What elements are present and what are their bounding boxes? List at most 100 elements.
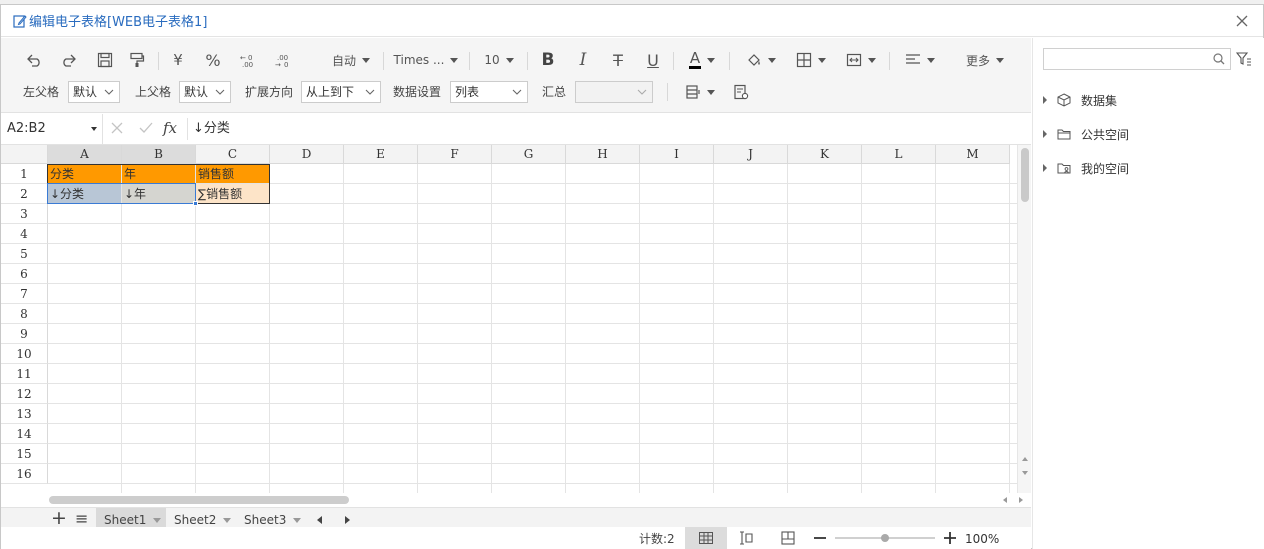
column-header[interactable]: G — [492, 145, 566, 164]
cell-b2[interactable]: ↓年 — [122, 184, 195, 203]
filter-icon[interactable] — [1235, 52, 1252, 69]
row-header[interactable]: 12 — [1, 384, 48, 404]
merge-cells-dropdown[interactable] — [842, 46, 880, 74]
column-header[interactable]: E — [344, 145, 418, 164]
font-color-dropdown[interactable]: A — [682, 46, 722, 74]
row-header[interactable]: 15 — [1, 444, 48, 464]
row-header[interactable]: 11 — [1, 364, 48, 384]
column-header[interactable]: F — [418, 145, 492, 164]
number-format-dropdown[interactable]: 自动 — [323, 46, 379, 74]
column-header[interactable]: I — [640, 145, 714, 164]
expand-arrow-icon[interactable] — [1043, 96, 1047, 104]
select-all-corner[interactable] — [1, 145, 48, 164]
font-size-dropdown[interactable]: 10 — [478, 46, 520, 74]
zoom-slider[interactable] — [835, 534, 935, 542]
vertical-scrollbar[interactable] — [1017, 145, 1031, 493]
expand-direction-select[interactable]: 从上到下 — [301, 81, 381, 103]
spreadsheet-grid[interactable]: A B C D E F G H I J K L M 1 2 3 4 5 6 7 8 9 10 11 12 13 14 15 16 分类年销… — [1, 145, 1031, 493]
row-header[interactable]: 13 — [1, 404, 48, 424]
cell-a1[interactable]: 分类 — [48, 164, 121, 183]
chevron-down-icon — [707, 57, 716, 63]
align-dropdown[interactable] — [901, 46, 939, 74]
column-header[interactable]: J — [714, 145, 788, 164]
close-icon[interactable] — [1233, 12, 1251, 30]
name-box[interactable]: A2:B2 — [1, 114, 103, 144]
zoom-slider-knob[interactable] — [881, 534, 889, 542]
insert-function-button[interactable]: fx — [163, 119, 177, 137]
next-sheet-icon[interactable] — [344, 516, 350, 524]
cell-c2[interactable]: ∑销售额 — [196, 184, 269, 203]
normal-view-icon[interactable] — [685, 527, 727, 549]
column-header[interactable]: A — [48, 145, 122, 164]
currency-format-button[interactable]: ¥ — [167, 46, 189, 74]
font-family-dropdown[interactable]: Times ... — [391, 46, 461, 74]
cell-c1[interactable]: 销售额 — [196, 164, 269, 183]
row-header[interactable]: 4 — [1, 224, 48, 244]
expand-arrow-icon[interactable] — [1043, 130, 1047, 138]
confirm-edit-icon[interactable] — [139, 122, 153, 137]
horizontal-scroll-thumb[interactable] — [49, 496, 349, 504]
fill-handle[interactable] — [193, 201, 198, 206]
scroll-down-icon[interactable] — [1021, 469, 1029, 477]
search-icon[interactable] — [1213, 53, 1225, 65]
expand-arrow-icon[interactable] — [1043, 164, 1047, 172]
column-header[interactable]: H — [566, 145, 640, 164]
row-header[interactable]: 9 — [1, 324, 48, 344]
column-header[interactable]: B — [122, 145, 196, 164]
underline-button[interactable]: U — [642, 46, 664, 74]
row-header[interactable]: 14 — [1, 424, 48, 444]
column-header[interactable]: D — [270, 145, 344, 164]
tree-item-my-space[interactable]: 我的空间 — [1043, 158, 1129, 178]
row-header[interactable]: 8 — [1, 304, 48, 324]
data-setting-select[interactable]: 列表 — [450, 81, 528, 103]
format-painter-icon[interactable] — [126, 46, 148, 74]
save-icon[interactable] — [94, 46, 116, 74]
vertical-scroll-thumb[interactable] — [1021, 148, 1029, 202]
summary-select[interactable] — [575, 81, 653, 103]
row-header[interactable]: 5 — [1, 244, 48, 264]
tree-item-dataset[interactable]: 数据集 — [1043, 90, 1117, 110]
horizontal-scrollbar[interactable] — [1, 493, 1031, 507]
zoom-out-icon[interactable] — [813, 531, 827, 548]
scroll-left-icon[interactable] — [1001, 496, 1009, 504]
column-header[interactable]: M — [936, 145, 1010, 164]
bold-button[interactable]: B — [537, 46, 559, 74]
column-header[interactable]: C — [196, 145, 270, 164]
tree-item-public-space[interactable]: 公共空间 — [1043, 124, 1129, 144]
increase-decimal-icon[interactable]: ← 0.00 — [238, 46, 260, 74]
strikethrough-button[interactable]: T — [607, 46, 629, 74]
border-dropdown[interactable] — [792, 46, 830, 74]
scroll-up-icon[interactable] — [1021, 455, 1029, 463]
redo-icon[interactable] — [58, 46, 80, 74]
prev-sheet-icon[interactable] — [317, 516, 323, 524]
undo-icon[interactable] — [23, 46, 45, 74]
row-header[interactable]: 6 — [1, 264, 48, 284]
column-header[interactable]: L — [862, 145, 936, 164]
formula-input[interactable]: ↓分类 — [193, 114, 230, 144]
row-header[interactable]: 2 — [1, 184, 48, 204]
row-header[interactable]: 10 — [1, 344, 48, 364]
insert-row-dropdown[interactable] — [681, 79, 719, 105]
top-parent-select[interactable]: 默认 — [179, 81, 231, 103]
percent-format-button[interactable]: % — [202, 46, 224, 74]
svg-text:.00: .00 — [242, 61, 253, 68]
more-dropdown[interactable]: 更多 — [963, 46, 1007, 74]
page-break-view-icon[interactable] — [781, 531, 795, 548]
italic-button[interactable]: I — [572, 46, 594, 74]
fill-color-dropdown[interactable] — [742, 46, 780, 74]
row-header[interactable]: 7 — [1, 284, 48, 304]
page-layout-view-icon[interactable] — [737, 531, 753, 548]
cell-a2[interactable]: ↓分类 — [48, 184, 121, 203]
row-header[interactable]: 1 — [1, 164, 48, 184]
cell-b1[interactable]: 年 — [122, 164, 195, 183]
decrease-decimal-icon[interactable]: .00 → 0 — [273, 46, 295, 74]
column-header[interactable]: K — [788, 145, 862, 164]
report-settings-icon[interactable] — [730, 79, 752, 105]
row-header[interactable]: 16 — [1, 464, 48, 484]
row-header[interactable]: 3 — [1, 204, 48, 224]
cancel-edit-icon[interactable] — [111, 122, 123, 137]
scroll-right-icon[interactable] — [1017, 496, 1025, 504]
left-parent-select[interactable]: 默认 — [68, 81, 120, 103]
zoom-in-icon[interactable] — [943, 531, 957, 548]
resource-search-input[interactable] — [1043, 48, 1231, 70]
